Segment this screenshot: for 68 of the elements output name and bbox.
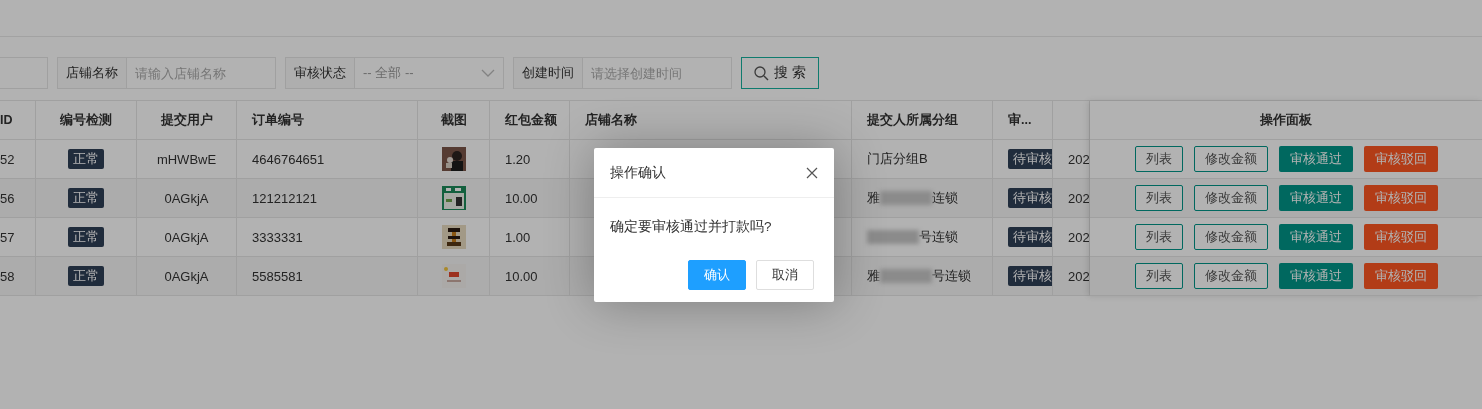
table-cell: 雅 [867, 189, 880, 207]
table-cell: 1.00 [490, 218, 570, 256]
action-button[interactable]: 修改金额 [1193, 146, 1268, 172]
table-cell: mHWBwE [137, 140, 237, 178]
column-header: 提交人所属分组 [852, 101, 993, 139]
action-button[interactable]: 审核驳回 [1363, 263, 1438, 289]
action-button[interactable]: 列表 [1134, 224, 1183, 250]
action-button[interactable]: 审核驳回 [1363, 146, 1438, 172]
action-button[interactable]: 列表 [1134, 146, 1183, 172]
field-label: 创建时间 [513, 57, 582, 89]
table-cell: 号连锁 [919, 228, 958, 246]
dialog-button[interactable]: 取消 [756, 260, 814, 290]
search-icon [754, 65, 769, 81]
status-badge: 正常 [68, 227, 104, 247]
action-button[interactable]: 修改金额 [1193, 185, 1268, 211]
status-badge: 待审核 [1008, 266, 1052, 286]
column-header: 截图 [418, 101, 490, 139]
action-button[interactable]: 列表 [1134, 263, 1183, 289]
table-cell: 58 [0, 257, 36, 295]
table-cell: 5585581 [237, 257, 418, 295]
table-cell: 56 [0, 179, 36, 217]
table-cell: 0AGkjA [137, 257, 237, 295]
status-badge: 待审核 [1008, 149, 1052, 169]
action-button[interactable]: 列表 [1134, 185, 1183, 211]
status-badge: 待审核 [1008, 227, 1052, 247]
table-cell: 0AGkjA [137, 179, 237, 217]
status-badge: 待审核 [1008, 188, 1052, 208]
field-label: 店铺名称 [57, 57, 126, 89]
table-cell: 连锁 [932, 189, 958, 207]
table-cell: 门店分组B [867, 150, 928, 168]
close-icon [806, 166, 818, 179]
action-button[interactable]: 修改金额 [1193, 263, 1268, 289]
column-header: 红包金额 [490, 101, 570, 139]
table-cell: 雅 [867, 267, 880, 285]
column-header: 店铺名称 [570, 101, 852, 139]
status-badge: 正常 [68, 266, 104, 286]
action-button[interactable]: 审核驳回 [1363, 224, 1438, 250]
column-header: 操作面板 [1090, 101, 1482, 140]
table-cell: 57 [0, 218, 36, 256]
action-button[interactable]: 审核驳回 [1363, 185, 1438, 211]
column-header: 订单编号 [237, 101, 418, 139]
column-header: 提交用户 [137, 101, 237, 139]
table-cell: 121212121 [237, 179, 418, 217]
chevron-down-icon [481, 69, 495, 77]
select-value: -- 全部 -- [363, 64, 414, 82]
action-button[interactable]: 审核通过 [1278, 146, 1353, 172]
column-header: ID [0, 101, 36, 139]
action-button[interactable]: 审核通过 [1278, 263, 1353, 289]
action-button[interactable]: 审核通过 [1278, 185, 1353, 211]
dialog-message: 确定要审核通过并打款吗? [609, 218, 773, 236]
table-cell: 3333331 [237, 218, 418, 256]
table-cell: 52 [0, 140, 36, 178]
table-cell: 10.00 [490, 257, 570, 295]
field-label: 审核状态 [285, 57, 354, 89]
status-badge: 正常 [68, 188, 104, 208]
table-cell: 1.20 [490, 140, 570, 178]
dialog-title: 操作确认 [610, 163, 666, 182]
table-cell: 10.00 [490, 179, 570, 217]
column-header: 审... [993, 101, 1053, 139]
close-button[interactable] [806, 166, 818, 179]
table-cell: 0AGkjA [137, 218, 237, 256]
action-button[interactable]: 修改金额 [1193, 224, 1268, 250]
status-badge: 正常 [68, 149, 104, 169]
table-cell: 4646764651 [237, 140, 418, 178]
search-button[interactable]: 搜 索 [741, 57, 819, 89]
table-cell: 号连锁 [932, 267, 971, 285]
action-button[interactable]: 审核通过 [1278, 224, 1353, 250]
column-header: 编号检测 [36, 101, 137, 139]
